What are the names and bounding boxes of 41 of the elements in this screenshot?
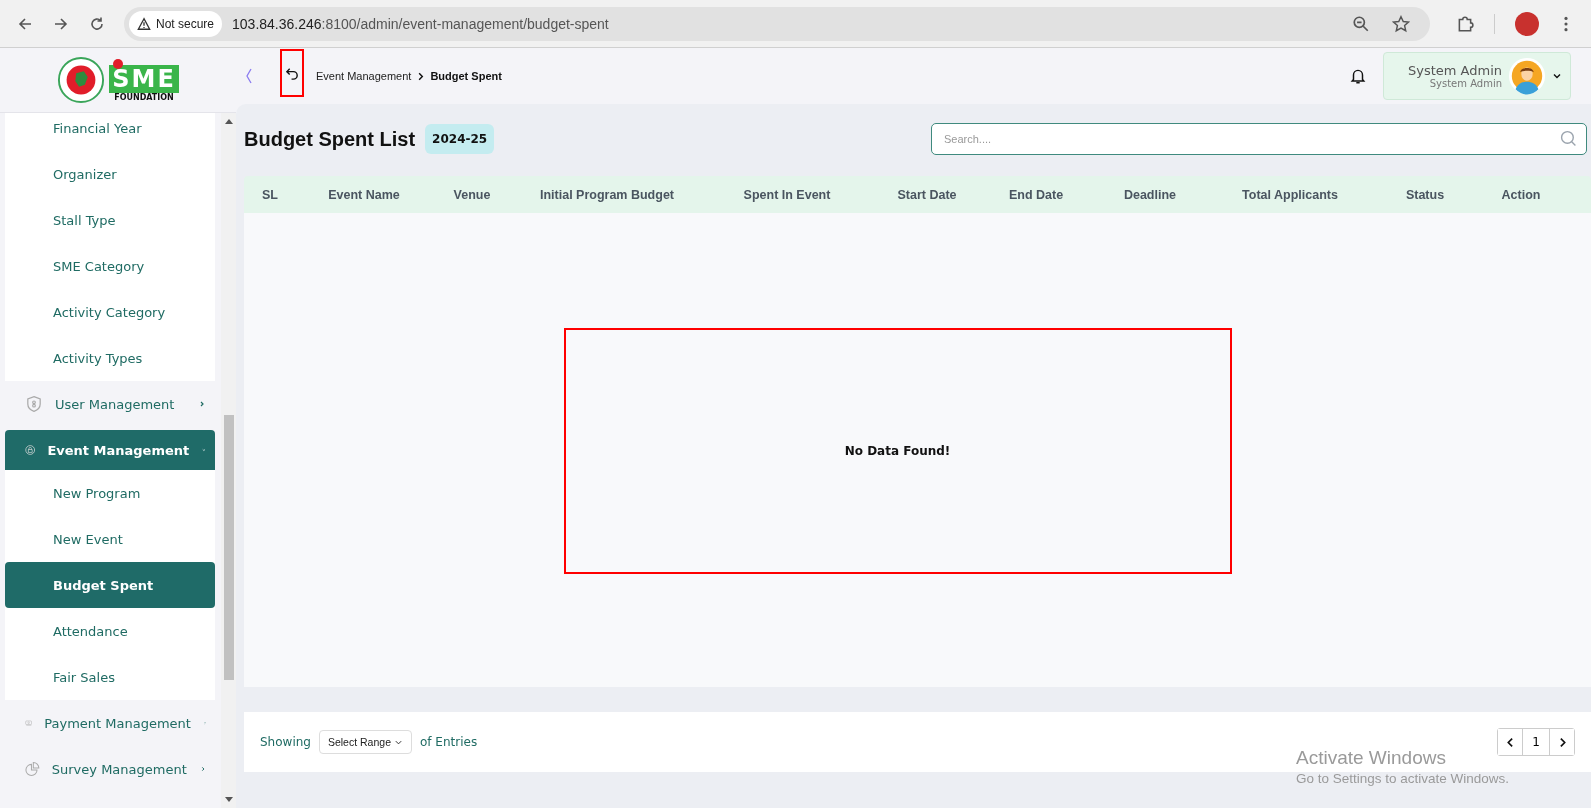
column-header: Start Date	[896, 187, 958, 202]
year-badge: 2024-25	[425, 124, 495, 154]
column-header: End Date	[1007, 187, 1065, 202]
security-chip[interactable]: Not secure	[129, 10, 223, 37]
sidebar-subitem[interactable]: Attendance	[5, 608, 215, 654]
sidebar-subitem[interactable]: Fair Sales	[5, 654, 215, 700]
column-header: Deadline	[1122, 187, 1178, 202]
column-header: SL	[261, 187, 279, 202]
sidebar-subitem[interactable]: Stall Type	[5, 197, 215, 243]
sidebar-subitem[interactable]: SME Category	[5, 243, 215, 289]
sidebar-item[interactable]: Survey Management	[5, 749, 215, 789]
column-header: Event Name	[327, 187, 401, 202]
range-dropdown[interactable]: Select Range	[318, 730, 412, 754]
column-header: Status	[1404, 187, 1446, 202]
empty-message: No Data Found!	[844, 443, 951, 458]
column-header: Venue	[452, 187, 492, 202]
sidebar-subitem[interactable]: Activity Types	[5, 335, 215, 381]
activation-notice-text: Go to Settings to activate Windows.	[1296, 771, 1510, 786]
address-bar[interactable]: Not secure 103.84.36.246:8100/admin/event-management/budget-spent	[124, 6, 1430, 41]
breadcrumb-link[interactable]: Event Management	[316, 70, 412, 82]
user-menu[interactable]: System Admin System Admin	[1382, 52, 1571, 100]
page-title: Budget Spent List	[244, 127, 416, 151]
sidebar-subitem[interactable]: New Event	[5, 516, 215, 562]
sme-logo: SME FOUNDATION	[109, 58, 179, 102]
url-text: 103.84.36.246:8100/admin/event-management/budget-spent	[232, 15, 609, 32]
activation-notice-title: Activate Windows	[1296, 747, 1447, 769]
sidebar-item[interactable]: User Management	[5, 384, 215, 424]
sidebar-item[interactable]: Payment Management	[5, 703, 215, 743]
sidebar-item[interactable]: Event Management	[5, 430, 215, 470]
column-header: Initial Program Budget	[538, 187, 675, 202]
column-header: Spent In Event	[742, 187, 832, 202]
column-header: Action	[1500, 187, 1542, 202]
sidebar-subitem[interactable]: Budget Spent	[5, 562, 215, 608]
sidebar-subitem[interactable]: Organizer	[5, 151, 215, 197]
sidebar-subitem[interactable]: Financial Year	[5, 113, 215, 151]
entries-label: of Entries	[420, 735, 478, 749]
column-header: Total Applicants	[1241, 187, 1339, 202]
sidebar-subitem[interactable]: Activity Category	[5, 289, 215, 335]
search-field[interactable]: Search....	[931, 123, 1587, 155]
sidebar-subitem[interactable]: New Program	[5, 470, 215, 516]
showing-label: Showing	[260, 735, 311, 749]
